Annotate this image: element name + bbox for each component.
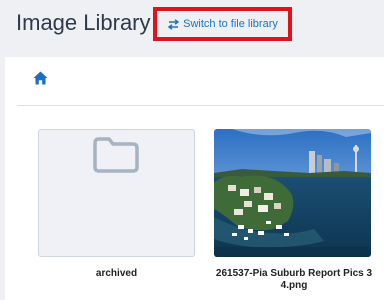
harbour-photo-thumbnail (214, 129, 371, 257)
image-file-name: 261537-Pia Suburb Report Pics 3 4.png (215, 268, 373, 291)
switch-to-file-library-link[interactable]: Switch to file library (153, 7, 292, 41)
folder-card-archived[interactable] (38, 129, 195, 257)
page-title: Image Library (16, 10, 151, 35)
swap-arrows-icon (167, 18, 180, 30)
folder-name: archived (95, 268, 138, 279)
switch-to-file-library-label: Switch to file library (183, 18, 278, 30)
image-card-thumbnail[interactable] (214, 129, 371, 257)
home-icon[interactable] (33, 71, 48, 85)
library-panel: archived 261537-Pia Suburb Report Pics 3… (5, 57, 384, 300)
folder-icon (91, 133, 141, 175)
breadcrumb (17, 57, 384, 106)
